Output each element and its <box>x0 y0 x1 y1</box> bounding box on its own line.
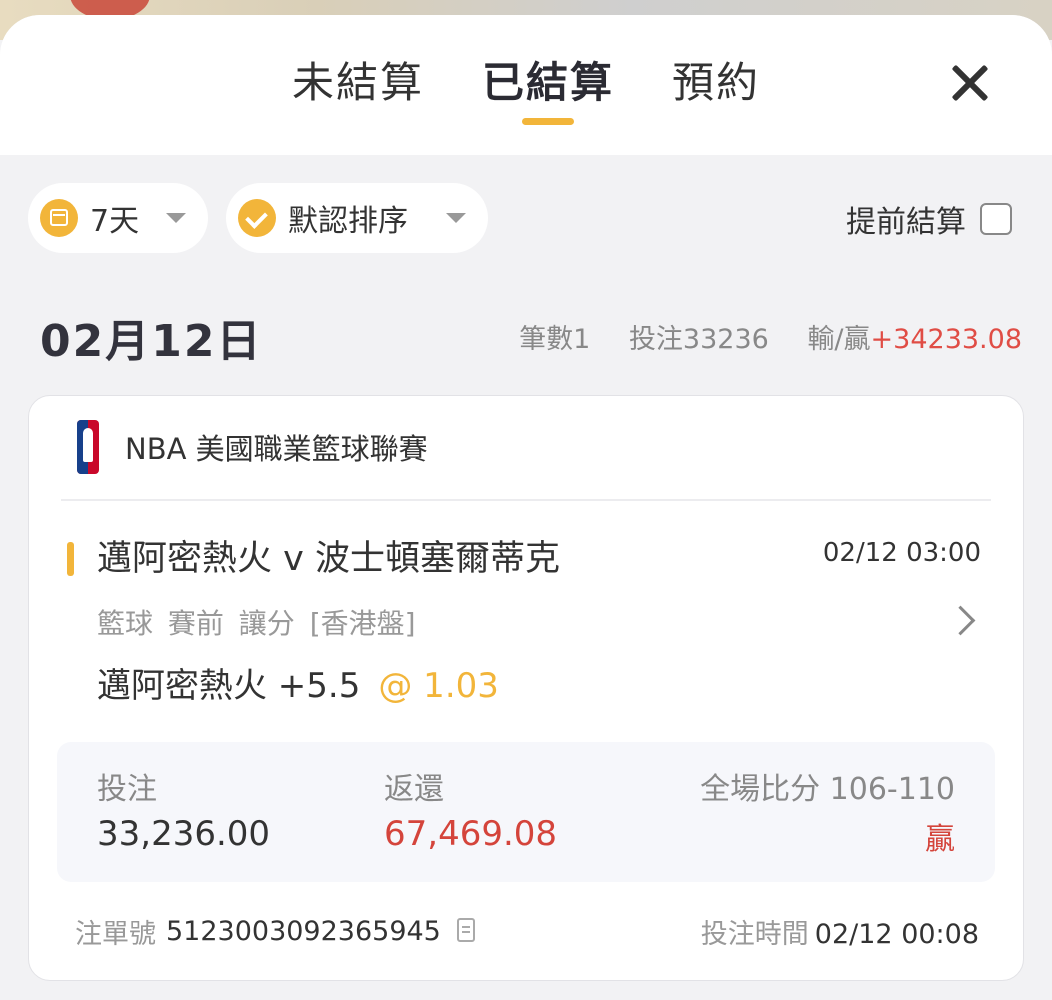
check-circle-icon <box>238 199 276 237</box>
status-tabs: 未結算 已結算 預約 <box>0 55 1052 125</box>
stake-block: 投注 33,236.00 <box>97 764 270 854</box>
bet-card[interactable]: NBA 美國職業籃球聯賽 邁阿密熱火 v 波士頓塞爾蒂克 02/12 03:00… <box>28 395 1024 981</box>
sort-dropdown[interactable]: 默認排序 <box>226 183 488 253</box>
return-value: 67,469.08 <box>384 814 558 854</box>
result-summary: 投注 33,236.00 返還 67,469.08 全場比分 106-110 贏 <box>57 742 995 882</box>
filter-bar: 7天 默認排序 提前結算 <box>28 183 1012 253</box>
profit-loss: 輸/贏+34233.08 <box>807 324 1022 355</box>
league-name: NBA 美國職業籃球聯賽 <box>125 432 428 466</box>
active-tab-indicator <box>521 118 574 125</box>
caret-down-icon <box>166 213 186 223</box>
date-summary: 筆數1 投注33236 輸/贏+34233.08 <box>519 317 1022 356</box>
calendar-icon <box>40 199 78 237</box>
score-value: 106-110 <box>829 772 955 807</box>
match-marker <box>67 542 74 576</box>
divider <box>61 499 991 501</box>
profit-loss-value: +34233.08 <box>870 324 1022 355</box>
early-settle-checkbox[interactable] <box>980 203 1012 235</box>
tab-unsettled[interactable]: 未結算 <box>292 55 424 111</box>
tab-settled[interactable]: 已結算 <box>481 55 614 125</box>
result-badge: 贏 <box>925 822 955 857</box>
odds-value: @ 1.03 <box>378 666 499 706</box>
sort-label: 默認排序 <box>288 204 408 239</box>
bet-time-value: 02/12 00:08 <box>814 919 979 950</box>
nba-logo-icon <box>77 420 99 474</box>
close-icon[interactable] <box>950 63 990 103</box>
profit-loss-label: 輸/贏 <box>807 324 871 355</box>
bet-records-sheet: 未結算 已結算 預約 7天 默認排序 提前結算 02月12日 筆數1 投注332… <box>0 15 1052 1000</box>
ticket-label: 注單號 <box>75 919 156 950</box>
score-line: 全場比分 106-110 <box>700 764 955 808</box>
date-title: 02月12日 <box>40 316 263 367</box>
copy-icon[interactable] <box>456 917 479 946</box>
caret-down-icon <box>446 213 466 223</box>
selection-text: 邁阿密熱火 +5.5 <box>97 666 361 706</box>
stake-label: 投注 <box>97 772 157 807</box>
bet-history-screen: 未結算 已結算 預約 7天 默認排序 提前結算 02月12日 筆數1 投注332… <box>0 0 1052 1000</box>
match-title: 邁阿密熱火 v 波士頓塞爾蒂克 <box>97 539 560 579</box>
selection-row: 邁阿密熱火 +5.5 @ 1.03 <box>97 658 499 707</box>
score-block: 全場比分 106-110 贏 <box>700 764 955 858</box>
early-settle-label: 提前結算 <box>846 205 966 240</box>
total-stake: 投注33236 <box>628 324 769 355</box>
sheet-header: 未結算 已結算 預約 <box>0 15 1052 155</box>
league-row: NBA 美國職業籃球聯賽 <box>77 420 428 474</box>
chevron-right-icon[interactable] <box>945 605 976 636</box>
days-filter-dropdown[interactable]: 7天 <box>28 183 208 253</box>
days-filter-label: 7天 <box>90 204 140 239</box>
score-label: 全場比分 <box>700 772 821 807</box>
early-settle-toggle[interactable]: 提前結算 <box>846 197 1012 241</box>
stake-value: 33,236.00 <box>97 814 271 854</box>
tab-settled-label: 已結算 <box>481 58 614 107</box>
bet-count: 筆數1 <box>519 324 591 355</box>
date-group-header: 02月12日 筆數1 投注33236 輸/贏+34233.08 <box>40 305 1022 367</box>
market-description: 籃球 賽前 讓分 [香港盤] <box>97 607 416 640</box>
bet-time-label: 投注時間 <box>700 919 809 950</box>
tab-reservation[interactable]: 預約 <box>672 55 760 111</box>
ticket-info: 注單號 5123003092365945 <box>75 912 479 951</box>
bet-footer: 注單號 5123003092365945 投注時間 02/12 00:08 <box>75 912 979 952</box>
bet-time-info: 投注時間 02/12 00:08 <box>701 912 979 951</box>
return-block: 返還 67,469.08 <box>384 764 557 854</box>
ticket-number: 5123003092365945 <box>166 916 441 947</box>
match-time: 02/12 03:00 <box>822 538 981 568</box>
return-label: 返還 <box>384 772 444 807</box>
